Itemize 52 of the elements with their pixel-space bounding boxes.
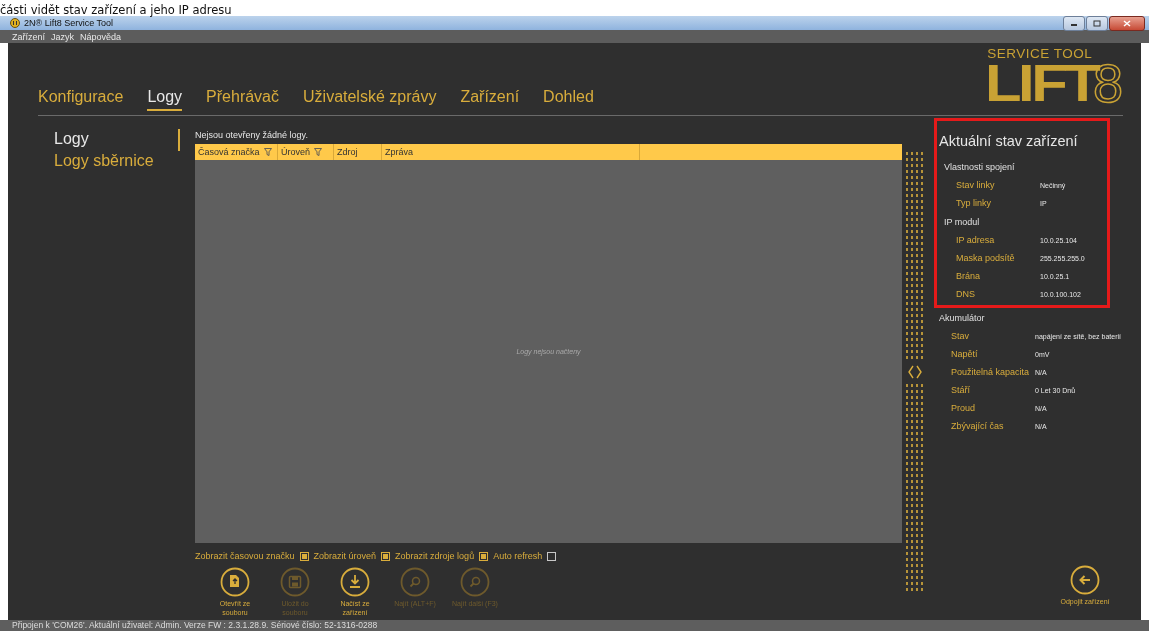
property-label: Stáří — [951, 385, 971, 395]
tab[interactable]: Zařízení — [460, 88, 520, 111]
logo: SERVICE TOOL LIFT8 — [985, 47, 1123, 105]
property-label: IP adresa — [956, 235, 996, 245]
checkbox[interactable] — [381, 551, 391, 561]
window-title: 2N® Lift8 Service Tool — [24, 18, 113, 28]
maximize-icon — [1093, 19, 1101, 27]
app-icon — [10, 18, 20, 28]
property-label: Typ linky — [956, 198, 992, 208]
close-icon — [1123, 19, 1131, 27]
file-upload-icon — [220, 567, 250, 597]
property-label: Stav — [951, 331, 970, 341]
search-icon — [400, 567, 430, 597]
menu-item[interactable]: Nápověda — [80, 31, 122, 42]
tab[interactable]: Konfigurace — [38, 88, 124, 111]
checkbox-option[interactable]: Zobrazit úroveň — [313, 551, 391, 561]
splitter-handle-drawing[interactable] — [906, 152, 924, 592]
checkbox-option[interactable]: Zobrazit zdroje logů — [395, 551, 489, 561]
section-title: Akumulátor — [938, 311, 986, 325]
sidebar-item[interactable]: Logy — [54, 128, 178, 150]
tab[interactable]: Přehrávač — [206, 88, 279, 111]
property-label: Proud — [951, 403, 977, 413]
tab[interactable]: Logy — [147, 88, 183, 111]
checkbox-option[interactable]: Auto refresh — [493, 551, 557, 561]
property-label: Zbývající čas — [951, 421, 1005, 431]
property-label: Brána — [956, 271, 982, 281]
checkbox[interactable] — [299, 551, 309, 561]
property-label: Použitelná kapacita — [951, 367, 1031, 377]
tab[interactable]: Dohled — [543, 88, 594, 111]
save-icon — [280, 567, 310, 597]
tab[interactable]: Uživatelské zprávy — [303, 88, 437, 111]
search-icon — [460, 567, 490, 597]
filter-icon[interactable] — [263, 148, 272, 156]
menu-item[interactable]: Jazyk — [51, 31, 75, 42]
download-icon — [340, 567, 370, 597]
checkbox[interactable] — [479, 551, 489, 561]
panel-title: Aktuální stav zařízení — [939, 133, 1079, 149]
property-label: Maska podsítě — [956, 253, 1016, 263]
property-label: DNS — [956, 289, 976, 299]
arrow-left-icon — [1070, 565, 1100, 595]
property-label: Napětí — [951, 349, 979, 359]
status-bar: Připojen k 'COM26'. Aktuální uživatel: Admin. Verze FW : 2.3.1.28.9. Sériové číslo: 52-1316-0288 — [0, 620, 1149, 631]
checkbox[interactable] — [547, 551, 557, 561]
filter-icon[interactable] — [314, 148, 322, 156]
sidebar-item[interactable]: Logy sběrnice — [54, 150, 178, 172]
property-label: Stav linky — [956, 180, 996, 190]
checkbox-option[interactable]: Zobrazit časovou značku — [195, 551, 309, 561]
section-title: IP modul — [943, 215, 981, 229]
status-message: Nejsou otevřeny žádné logy. — [195, 130, 309, 142]
section-title: Vlastnosti spojení — [943, 160, 1016, 174]
menu-item[interactable]: Zařízení — [12, 31, 45, 42]
caption-text: části vidět stav zařízení a jeho IP adresu — [0, 2, 232, 18]
